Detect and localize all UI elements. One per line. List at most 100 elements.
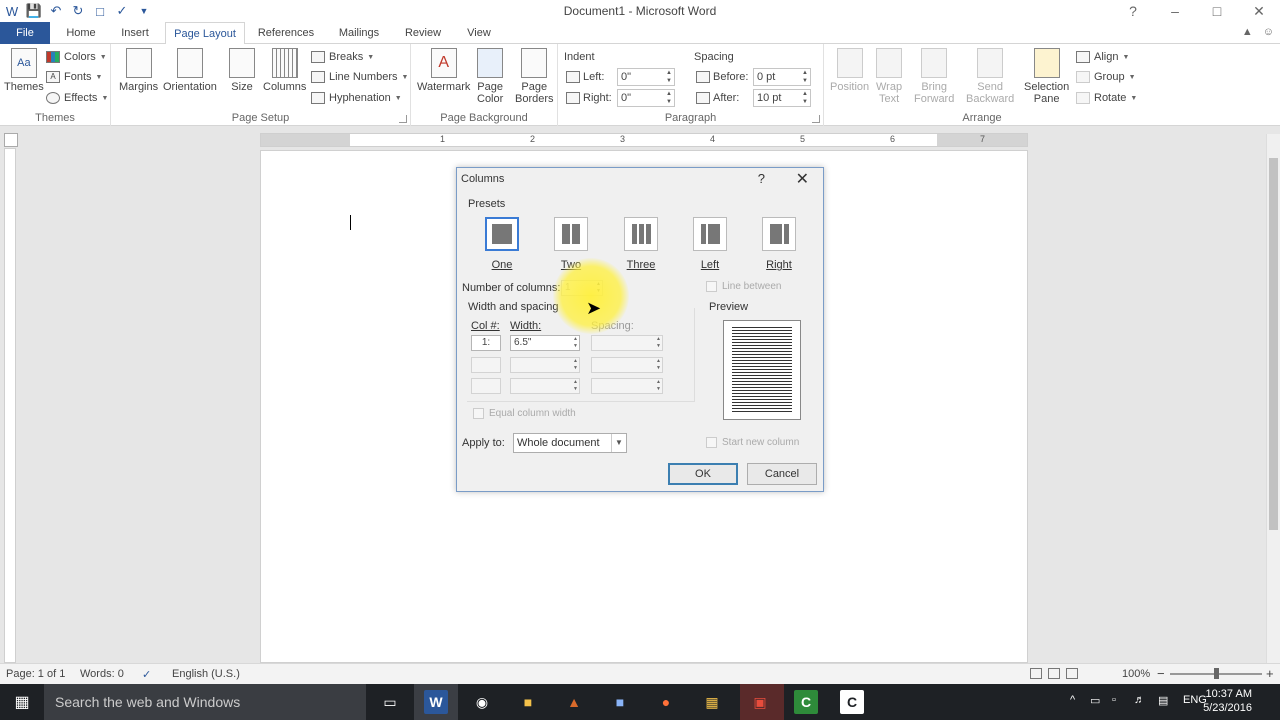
spinner-icon[interactable]: ▲ ▼ (666, 90, 672, 106)
tab-mailings[interactable]: Mailings (330, 22, 388, 44)
tab-home[interactable]: Home (58, 22, 104, 44)
horizontal-ruler[interactable]: 1 2 3 4 5 6 7 (260, 133, 1028, 147)
tray-notification-icon[interactable]: ▤ (1158, 694, 1168, 707)
status-language[interactable]: English (U.S.) (172, 668, 240, 680)
chevron-down-icon[interactable]: ▼ (611, 434, 626, 452)
status-page[interactable]: Page: 1 of 1 (6, 668, 65, 680)
page-setup-launcher-icon[interactable] (399, 115, 407, 123)
tab-selector[interactable] (4, 133, 18, 147)
status-zoom[interactable]: 100% (1122, 668, 1150, 680)
help-icon[interactable]: ? (1112, 0, 1154, 22)
spinner-icon[interactable]: ▲ ▼ (802, 90, 808, 106)
col-width-input[interactable]: ▲ ▼ (510, 378, 580, 394)
camtasia-icon[interactable]: ▣ (748, 690, 772, 714)
paragraph-launcher-icon[interactable] (812, 115, 820, 123)
read-mode-icon[interactable] (1030, 668, 1042, 679)
spinner-icon[interactable]: ▲ ▼ (666, 69, 672, 85)
dialog-help-button[interactable]: ? (758, 171, 765, 186)
close-icon[interactable]: ✕ (1238, 0, 1280, 22)
dialog-close-icon[interactable]: ✕ (796, 169, 809, 189)
columns-button[interactable]: Columns (263, 48, 306, 93)
capture-app-icon[interactable]: C (840, 690, 864, 714)
zoom-out-icon[interactable]: − (1157, 666, 1165, 681)
colors-button[interactable]: Colors ▼ (46, 48, 107, 66)
camtasia-recorder-icon[interactable]: C (794, 690, 818, 714)
bring-forward-button[interactable]: Bring Forward (914, 48, 954, 105)
maximize-icon[interactable]: □ (1196, 0, 1238, 22)
task-view-icon[interactable]: ▭ (378, 690, 402, 714)
spinner-icon[interactable]: ▲ ▼ (596, 281, 601, 295)
cube-app-icon[interactable]: ■ (608, 690, 632, 714)
tab-references[interactable]: References (252, 22, 320, 44)
margins-button[interactable]: Margins (119, 48, 158, 93)
col-width-input[interactable]: ▲ ▼ (510, 357, 580, 373)
orientation-button[interactable]: Orientation (163, 48, 217, 93)
web-layout-icon[interactable] (1066, 668, 1078, 679)
paint-app-icon[interactable]: ◉ (470, 690, 494, 714)
apply-to-select[interactable]: Whole document ▼ (513, 433, 627, 453)
spinner-icon[interactable]: ▲ ▼ (573, 358, 578, 372)
file-explorer-icon[interactable]: ▦ (700, 690, 724, 714)
group-button[interactable]: Group ▼ (1076, 68, 1136, 86)
indent-right-input[interactable]: 0" ▲ ▼ (617, 89, 675, 107)
wrap-text-button[interactable]: Wrap Text (876, 48, 902, 105)
preset-left[interactable]: Left (692, 217, 728, 271)
spinner-icon[interactable]: ▲ ▼ (573, 379, 578, 393)
col-spacing-input[interactable]: ▲ ▼ (591, 357, 663, 373)
proofing-icon[interactable]: ✓ (142, 668, 151, 681)
word-app-icon[interactable]: W (424, 690, 448, 714)
num-columns-input[interactable]: 1 ▲ ▼ (561, 280, 603, 296)
taskbar-clock[interactable]: 10:37 AM 5/23/2016 (1203, 687, 1252, 715)
line-between-checkbox[interactable]: Line between (706, 281, 782, 292)
tab-page-layout[interactable]: Page Layout (165, 22, 245, 45)
preset-two[interactable]: Two (553, 217, 589, 271)
spacing-after-input[interactable]: 10 pt ▲ ▼ (753, 89, 811, 107)
align-button[interactable]: Align ▼ (1076, 48, 1129, 66)
vertical-ruler[interactable] (4, 148, 16, 663)
indent-left-input[interactable]: 0" ▲ ▼ (617, 68, 675, 86)
windows-start-icon[interactable]: ▦ (0, 684, 44, 720)
vertical-scrollbar[interactable] (1266, 134, 1280, 664)
page-color-button[interactable]: Page Color (477, 48, 503, 105)
tab-review[interactable]: Review (398, 22, 448, 44)
tray-battery-icon[interactable]: ▭ (1090, 694, 1100, 707)
position-button[interactable]: Position (830, 48, 869, 93)
tab-insert[interactable]: Insert (112, 22, 158, 44)
zoom-slider-thumb[interactable] (1214, 668, 1219, 679)
print-layout-icon[interactable] (1048, 668, 1060, 679)
tray-expand-icon[interactable]: ^ (1070, 694, 1075, 706)
preset-three[interactable]: Three (623, 217, 659, 271)
minimize-icon[interactable]: – (1154, 0, 1196, 22)
send-backward-button[interactable]: Send Backward (966, 48, 1014, 105)
tray-volume-icon[interactable]: ♬ (1134, 694, 1145, 706)
spinner-icon[interactable]: ▲ ▼ (802, 69, 808, 85)
themes-button[interactable]: Aa Themes (4, 48, 44, 93)
col-width-input[interactable]: 6.5" ▲ ▼ (510, 335, 580, 351)
firefox-icon[interactable]: ● (654, 690, 678, 714)
scrollbar-thumb[interactable] (1269, 158, 1278, 530)
selection-pane-button[interactable]: Selection Pane (1024, 48, 1069, 105)
equal-width-checkbox[interactable]: Equal column width (473, 408, 576, 419)
page-borders-button[interactable]: Page Borders (515, 48, 554, 105)
spinner-icon[interactable]: ▲ ▼ (656, 336, 661, 350)
tab-view[interactable]: View (458, 22, 500, 44)
rotate-button[interactable]: Rotate ▼ (1076, 89, 1137, 107)
tool-app-icon[interactable]: ▲ (562, 690, 586, 714)
zoom-in-icon[interactable]: + (1266, 666, 1274, 681)
spacing-before-input[interactable]: 0 pt ▲ ▼ (753, 68, 811, 86)
spinner-icon[interactable]: ▲ ▼ (573, 336, 578, 350)
notes-app-icon[interactable]: ■ (516, 690, 540, 714)
start-new-column-checkbox[interactable]: Start new column (706, 437, 799, 448)
tray-network-icon[interactable]: ▫ (1112, 694, 1116, 706)
preset-right[interactable]: Right (761, 217, 797, 271)
cancel-button[interactable]: Cancel (747, 463, 817, 485)
smiley-icon[interactable]: ☺ (1263, 26, 1274, 38)
tab-file[interactable]: File (0, 22, 50, 44)
col-spacing-input[interactable]: ▲ ▼ (591, 378, 663, 394)
spinner-icon[interactable]: ▲ ▼ (656, 379, 661, 393)
size-button[interactable]: Size (229, 48, 255, 93)
hyphenation-button[interactable]: Hyphenation ▼ (311, 89, 402, 107)
col-spacing-input[interactable]: ▲ ▼ (591, 335, 663, 351)
line-numbers-button[interactable]: Line Numbers ▼ (311, 68, 408, 86)
effects-button[interactable]: Effects ▼ (46, 89, 108, 107)
